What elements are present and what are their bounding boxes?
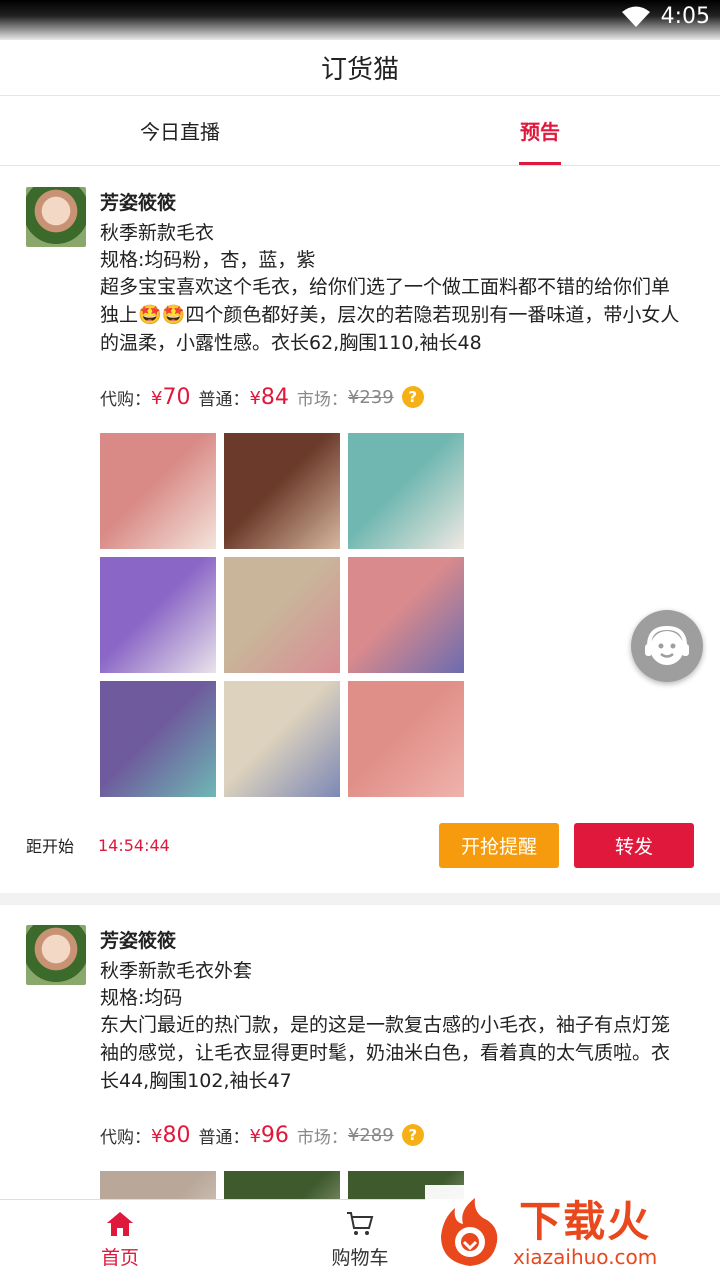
product-image[interactable] — [100, 1171, 216, 1199]
tab-bar: 今日直播 预告 — [0, 96, 720, 166]
market-price: ¥239 — [347, 386, 394, 408]
seller-name[interactable]: 芳姿筱筱 — [100, 187, 694, 219]
product-image[interactable] — [348, 433, 464, 549]
app-title: 订货猫 — [320, 55, 399, 85]
tab-preview[interactable]: 预告 — [360, 96, 720, 165]
product-spec: 规格:均码 — [100, 987, 183, 1009]
wifi-icon — [621, 5, 651, 29]
market-label: 市场： — [296, 1127, 348, 1148]
price-row: 代购： ¥70 普通： ¥84 市场： ¥239 ? — [100, 381, 694, 413]
product-image[interactable] — [224, 557, 340, 673]
normal-label: 普通： — [198, 389, 250, 410]
product-image[interactable] — [100, 557, 216, 673]
help-icon[interactable]: ? — [401, 386, 424, 408]
price-row: 代购： ¥80 普通： ¥96 市场： ¥289 ? — [100, 1119, 694, 1151]
flame-logo-icon — [441, 1197, 498, 1266]
countdown-label: 距开始 — [26, 837, 75, 856]
product-title: 秋季新款毛衣 — [100, 222, 215, 244]
market-label: 市场： — [296, 389, 348, 410]
daigou-price: 80 — [162, 1122, 191, 1148]
share-button[interactable]: 转发 — [574, 822, 694, 868]
watermark-brand: 下载火 — [519, 1196, 652, 1246]
status-bar: 4:05 — [0, 0, 720, 40]
product-image[interactable] — [224, 681, 340, 797]
customer-service-button[interactable] — [631, 610, 703, 682]
nav-home[interactable]: 首页 — [0, 1200, 240, 1280]
countdown-timer: 14:54:44 — [98, 835, 170, 855]
daigou-label: 代购： — [100, 389, 151, 410]
app-title-bar: 订货猫 — [0, 40, 720, 96]
product-image[interactable] — [224, 433, 340, 549]
product-image-grid — [100, 433, 694, 797]
seller-name[interactable]: 芳姿筱筱 — [100, 925, 694, 957]
avatar[interactable] — [26, 187, 86, 247]
product-description: 东大门最近的热门款，是的这是一款复古感的小毛衣，袖子有点灯笼袖的感觉，让毛衣显得… — [100, 1014, 671, 1092]
post-card: 芳姿筱筱 秋季新款毛衣 规格:均码粉，杏，蓝，紫 超多宝宝喜欢这个毛衣，给你们选… — [0, 167, 720, 905]
daigou-label: 代购： — [100, 1127, 151, 1148]
help-icon[interactable]: ? — [401, 1124, 424, 1146]
daigou-price: 70 — [162, 384, 191, 410]
product-title: 秋季新款毛衣外套 — [100, 960, 253, 982]
watermark-domain: xiazaihuo.com — [513, 1244, 658, 1269]
status-time: 4:05 — [660, 4, 710, 29]
product-image[interactable] — [224, 1171, 340, 1199]
product-image[interactable] — [348, 557, 464, 673]
product-spec: 规格:均码粉，杏，蓝，紫 — [100, 249, 316, 271]
yen-sign: ¥ — [249, 387, 261, 409]
remind-button[interactable]: 开抢提醒 — [439, 822, 559, 868]
headset-icon — [645, 625, 689, 665]
market-price: ¥289 — [347, 1124, 394, 1146]
tab-today-live[interactable]: 今日直播 — [0, 96, 360, 165]
post-actions: 距开始 14:54:44 开抢提醒 转发 — [26, 797, 694, 893]
yen-sign: ¥ — [151, 387, 163, 409]
product-image[interactable] — [100, 681, 216, 797]
product-image[interactable] — [348, 681, 464, 797]
yen-sign: ¥ — [151, 1125, 163, 1147]
avatar[interactable] — [26, 925, 86, 985]
normal-label: 普通： — [198, 1127, 250, 1148]
cart-icon — [347, 1211, 374, 1235]
nav-home-label: 首页 — [100, 1246, 139, 1269]
post-card: 芳姿筱筱 秋季新款毛衣外套 规格:均码 东大门最近的热门款，是的这是一款复古感的… — [0, 905, 720, 1199]
normal-price: 96 — [260, 1122, 289, 1148]
home-icon — [107, 1211, 133, 1236]
yen-sign: ¥ — [249, 1125, 261, 1147]
watermark: 下载火 xiazaihuo.com — [425, 1185, 720, 1280]
nav-cart-label: 购物车 — [331, 1246, 389, 1269]
product-image[interactable] — [100, 433, 216, 549]
post-feed[interactable]: 芳姿筱筱 秋季新款毛衣 规格:均码粉，杏，蓝，紫 超多宝宝喜欢这个毛衣，给你们选… — [0, 167, 720, 1199]
product-description: 超多宝宝喜欢这个毛衣，给你们选了一个做工面料都不错的给你们单独上🤩🤩四个颜色都好… — [100, 276, 680, 354]
normal-price: 84 — [260, 384, 289, 410]
